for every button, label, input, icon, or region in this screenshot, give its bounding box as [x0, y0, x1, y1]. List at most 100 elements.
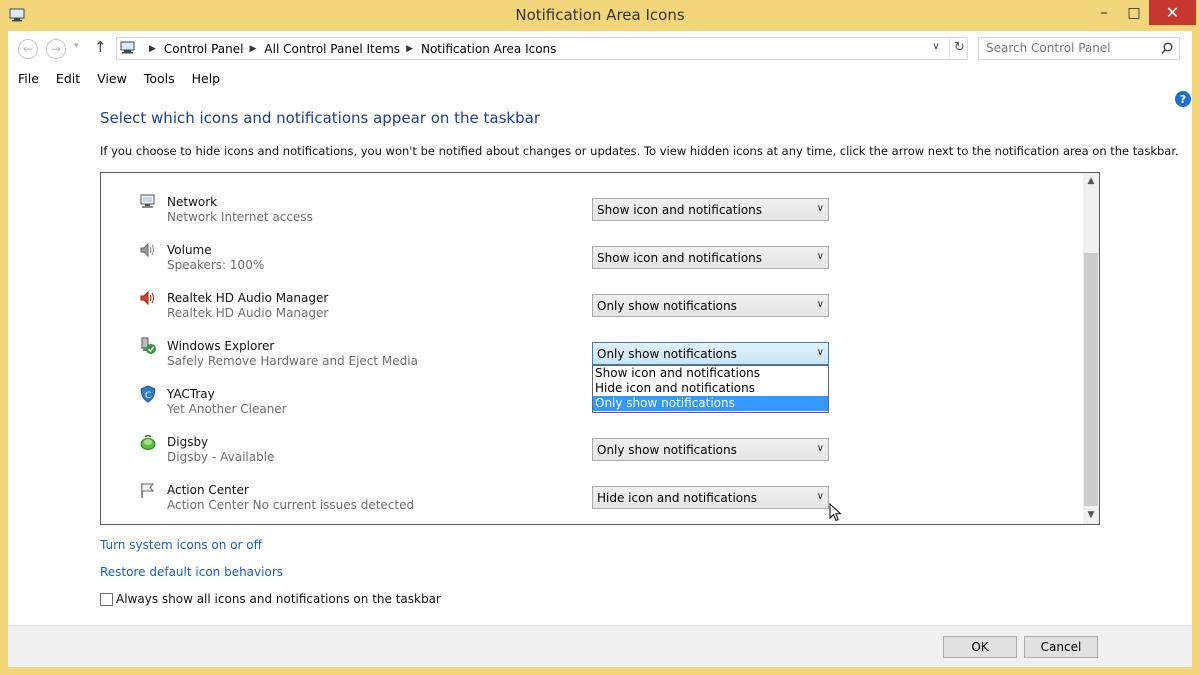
recent-locations-button[interactable]: ▾ — [74, 41, 79, 51]
item-description: Digsby - Available — [167, 450, 275, 464]
search-icon[interactable] — [1161, 42, 1173, 55]
digsby-icon — [140, 434, 156, 450]
select-value: Show icon and notifications — [597, 203, 763, 217]
dropdown-option[interactable]: Show icon and notifications — [593, 366, 828, 381]
chevron-down-icon: ∨ — [816, 491, 824, 502]
select-value: Only show notifications — [597, 299, 737, 313]
item-description: Speakers: 100% — [167, 258, 265, 272]
always-show-option[interactable]: Always show all icons and notifications … — [100, 592, 441, 606]
list-item: C YACTray Yet Another Cleaner — [101, 372, 1081, 420]
behavior-select[interactable]: Only show notifications ∨ — [592, 294, 829, 317]
menu-bar: File Edit View Tools Help — [8, 68, 1192, 90]
list-item: Windows Explorer Safely Remove Hardware … — [101, 324, 1081, 522]
always-show-checkbox[interactable] — [100, 592, 113, 606]
up-button[interactable]: ↑ — [94, 38, 107, 56]
back-button[interactable]: ← — [18, 39, 38, 59]
ok-button[interactable]: OK — [943, 636, 1017, 658]
svg-text:C: C — [145, 391, 151, 401]
maximize-button[interactable]: □ — [1121, 0, 1147, 25]
address-dropdown-button[interactable]: ∨ — [929, 41, 943, 52]
breadcrumb-notification-area-icons[interactable]: Notification Area Icons — [421, 42, 556, 56]
list-item: Realtek HD Audio Manager Realtek HD Audi… — [101, 276, 1081, 324]
menu-edit[interactable]: Edit — [46, 68, 87, 90]
client-area: ← → ▾ ↑ ▶ Control Panel ▶ All Control Pa… — [8, 31, 1192, 667]
menu-tools[interactable]: Tools — [134, 68, 182, 90]
network-icon — [140, 194, 155, 208]
close-button[interactable]: ✕ — [1149, 0, 1196, 25]
select-value: Hide icon and notifications — [597, 491, 757, 505]
item-name: Windows Explorer — [167, 339, 275, 353]
address-bar[interactable]: ▶ Control Panel ▶ All Control Panel Item… — [116, 37, 968, 60]
control-panel-window: Notification Area Icons – □ ✕ ← → ▾ ↑ ▶ … — [0, 0, 1200, 675]
scroll-down-button[interactable]: ▼ — [1083, 507, 1099, 524]
realtek-speaker-icon — [140, 290, 154, 306]
item-description: Yet Another Cleaner — [167, 402, 287, 416]
cancel-button[interactable]: Cancel — [1024, 636, 1098, 658]
notification-icons-list: Network Network Internet access Show ico… — [100, 172, 1100, 525]
breadcrumb-all-items[interactable]: All Control Panel Items — [264, 42, 400, 56]
speaker-icon — [140, 242, 154, 258]
item-name: Realtek HD Audio Manager — [167, 291, 329, 305]
menu-file[interactable]: File — [8, 68, 46, 90]
behavior-select[interactable]: Show icon and notifications ∨ — [592, 198, 829, 221]
item-description: Realtek HD Audio Manager — [167, 306, 329, 320]
dropdown-option[interactable]: Hide icon and notifications — [593, 381, 828, 396]
flag-icon — [141, 483, 155, 498]
select-value: Show icon and notifications — [597, 251, 763, 265]
breadcrumb: ▶ Control Panel ▶ All Control Panel Item… — [143, 42, 556, 56]
dropdown-option-selected[interactable]: Only show notifications — [593, 396, 828, 411]
item-name: Digsby — [167, 435, 209, 449]
search-box[interactable] — [978, 37, 1180, 60]
item-name: YACTray — [167, 387, 215, 401]
breadcrumb-separator[interactable]: ▶ — [406, 44, 413, 54]
minimize-button[interactable]: – — [1091, 0, 1117, 25]
list-item: Network Network Internet access Show ico… — [101, 180, 1081, 228]
behavior-dropdown-list: Show icon and notifications Hide icon an… — [592, 365, 829, 413]
chevron-down-icon: ∨ — [816, 347, 824, 358]
list-item: Action Center Action Center No current i… — [101, 468, 1081, 516]
breadcrumb-separator: ▶ — [149, 44, 156, 54]
search-input[interactable] — [979, 38, 1149, 58]
refresh-button[interactable]: ↻ — [949, 38, 969, 59]
turn-system-icons-link[interactable]: Turn system icons on or off — [100, 538, 262, 552]
window-title: Notification Area Icons — [515, 6, 685, 24]
chevron-down-icon: ∨ — [816, 251, 824, 262]
control-panel-icon — [120, 41, 135, 54]
forward-button[interactable]: → — [46, 39, 66, 59]
vertical-scrollbar[interactable]: ▲ ▼ — [1083, 173, 1099, 524]
item-description: Network Internet access — [167, 210, 313, 224]
usb-eject-icon — [141, 337, 156, 354]
chevron-down-icon: ∨ — [816, 299, 824, 310]
breadcrumb-control-panel[interactable]: Control Panel — [164, 42, 244, 56]
shield-icon: C — [140, 385, 156, 403]
chevron-down-icon: ∨ — [816, 443, 824, 454]
always-show-label[interactable]: Always show all icons and notifications … — [116, 592, 441, 606]
scroll-up-button[interactable]: ▲ — [1083, 173, 1099, 190]
page-description: If you choose to hide icons and notifica… — [100, 144, 1179, 158]
item-name: Action Center — [167, 483, 249, 497]
restore-defaults-link[interactable]: Restore default icon behaviors — [100, 565, 283, 579]
select-value: Only show notifications — [597, 443, 737, 457]
behavior-select[interactable]: Hide icon and notifications ∨ — [592, 486, 829, 509]
address-toolbar: ← → ▾ ↑ ▶ Control Panel ▶ All Control Pa… — [8, 31, 1192, 67]
help-icon[interactable]: ? — [1175, 91, 1191, 107]
list-item: Digsby Digsby - Available Only show noti… — [101, 420, 1081, 468]
breadcrumb-separator[interactable]: ▶ — [250, 44, 257, 54]
mouse-cursor-icon — [829, 503, 842, 522]
item-description: Action Center No current issues detected — [167, 498, 415, 512]
select-value: Only show notifications — [597, 347, 737, 361]
item-name: Network — [167, 195, 218, 209]
chevron-down-icon: ∨ — [816, 203, 824, 214]
menu-help[interactable]: Help — [182, 68, 228, 90]
item-description: Safely Remove Hardware and Eject Media — [167, 354, 418, 368]
behavior-select[interactable]: Show icon and notifications ∨ — [592, 246, 829, 269]
scroll-thumb[interactable] — [1084, 253, 1098, 506]
page-title: Select which icons and notifications app… — [100, 109, 540, 127]
menu-view[interactable]: View — [87, 68, 134, 90]
title-bar: Notification Area Icons – □ ✕ — [0, 0, 1200, 31]
dialog-footer: OK Cancel — [8, 625, 1192, 667]
list-item: Volume Speakers: 100% Show icon and noti… — [101, 228, 1081, 276]
item-name: Volume — [167, 243, 212, 257]
behavior-select[interactable]: Only show notifications ∨ — [592, 438, 829, 461]
behavior-select[interactable]: Only show notifications ∨ — [592, 342, 829, 365]
